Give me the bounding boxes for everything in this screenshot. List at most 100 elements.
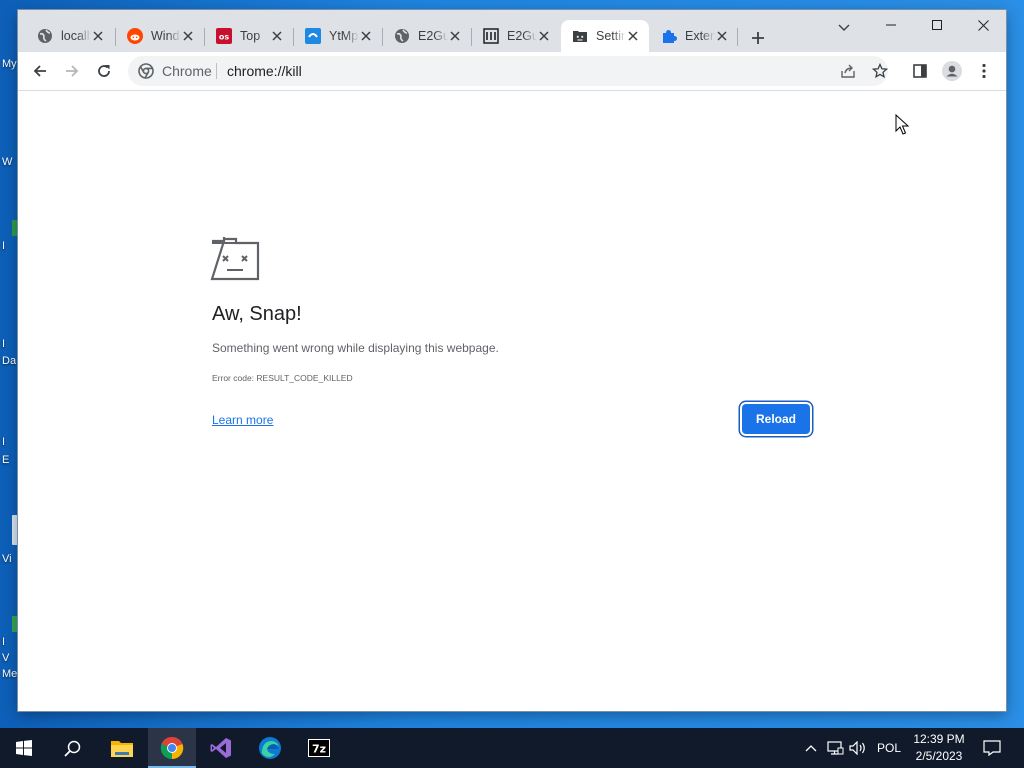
clock-date: 2/5/2023 — [915, 749, 963, 763]
desktop-icon-label[interactable]: Me — [2, 668, 17, 680]
reload-button[interactable]: Reload — [742, 404, 810, 434]
menu-button[interactable] — [970, 57, 998, 85]
start-button[interactable] — [0, 728, 48, 768]
share-icon — [841, 64, 855, 78]
back-button[interactable] — [26, 57, 54, 85]
error-heading: Aw, Snap! — [212, 303, 302, 325]
notification-icon — [983, 740, 1001, 756]
desktop-icon-label[interactable]: I — [2, 436, 5, 448]
bookmark-button[interactable] — [868, 59, 892, 83]
search-button[interactable] — [48, 728, 96, 768]
desktop-icon-label[interactable]: V — [2, 652, 9, 664]
share-button[interactable] — [836, 59, 860, 83]
volume-tray[interactable] — [846, 728, 870, 768]
chrome-logo-icon — [160, 736, 184, 760]
learn-more-link[interactable]: Learn more — [212, 413, 273, 427]
chevron-up-icon — [805, 745, 817, 752]
tab-title: Extensions — [685, 29, 715, 43]
globe-icon — [37, 28, 53, 44]
svg-text:7z: 7z — [312, 743, 326, 756]
network-tray[interactable] — [824, 728, 846, 768]
desktop-icon-label[interactable]: Da — [2, 355, 16, 367]
close-window-button[interactable] — [960, 10, 1006, 40]
tab-search-button[interactable] — [832, 16, 856, 40]
site-info-chip[interactable]: Chrome — [138, 63, 212, 79]
toolbar: Chrome chrome://kill — [18, 52, 1006, 91]
close-icon[interactable] — [180, 28, 196, 44]
desktop-icon-label[interactable]: W — [2, 156, 12, 168]
taskbar-edge[interactable] — [246, 728, 294, 768]
error-code: Error code: RESULT_CODE_KILLED — [212, 373, 353, 383]
url-text[interactable]: chrome://kill — [227, 63, 302, 79]
desktop-icon-label[interactable]: I — [2, 338, 5, 350]
windows-logo-icon — [16, 740, 32, 756]
forward-button[interactable] — [58, 57, 86, 85]
chevron-down-icon — [838, 24, 850, 31]
kebab-menu-icon — [982, 63, 986, 79]
sad-tab-icon — [572, 28, 588, 44]
clock-time: 12:39 PM — [913, 732, 965, 746]
language-indicator[interactable]: POL — [872, 728, 906, 768]
search-icon — [63, 740, 80, 757]
bank-icon — [483, 28, 499, 44]
new-tab-button[interactable] — [746, 26, 770, 50]
minimize-icon — [886, 24, 896, 26]
globe-icon — [394, 28, 410, 44]
puzzle-icon — [661, 28, 677, 44]
desktop-icon-label[interactable]: E — [2, 454, 9, 466]
desktop-icon-label[interactable]: I — [2, 636, 5, 648]
taskbar: 7z POL 12:39 PM 2/5/2023 — [0, 728, 1024, 768]
arrow-left-icon — [33, 65, 46, 77]
taskbar-chrome[interactable] — [148, 728, 196, 768]
close-icon[interactable] — [714, 28, 730, 44]
tab[interactable]: Windows — [116, 20, 204, 52]
ytmp-icon — [305, 28, 321, 44]
address-bar[interactable]: Chrome chrome://kill — [128, 56, 888, 86]
side-panel-button[interactable] — [906, 57, 934, 85]
7zip-icon: 7z — [308, 739, 330, 757]
maximize-button[interactable] — [914, 10, 960, 40]
desktop-icon-label[interactable]: My — [2, 58, 17, 70]
notifications-button[interactable] — [976, 728, 1008, 768]
clock[interactable]: 12:39 PM 2/5/2023 — [908, 731, 970, 765]
desktop-icon-label[interactable]: I — [2, 240, 5, 252]
close-icon[interactable] — [269, 28, 285, 44]
reload-toolbar-button[interactable] — [90, 57, 118, 85]
speaker-icon — [849, 741, 865, 755]
tab[interactable]: E2Guardian — [472, 20, 560, 52]
sad-folder-icon — [210, 237, 260, 281]
svg-text:os: os — [219, 33, 229, 42]
tab[interactable]: YtMp3 — [294, 20, 382, 52]
close-icon[interactable] — [90, 28, 106, 44]
close-icon[interactable] — [447, 28, 463, 44]
close-icon[interactable] — [358, 28, 374, 44]
side-panel-icon — [913, 64, 927, 78]
tab[interactable]: E2Guardian — [383, 20, 471, 52]
reload-icon — [98, 65, 110, 77]
tab-active[interactable]: Settings — [561, 20, 649, 52]
show-hidden-icons[interactable] — [800, 728, 822, 768]
tab-title: Windows — [151, 29, 181, 43]
taskbar-file-explorer[interactable] — [98, 728, 146, 768]
language-text: POL — [876, 741, 901, 755]
close-icon — [977, 19, 989, 31]
tab[interactable]: os Top — [205, 20, 293, 52]
page-content: Aw, Snap! Something went wrong while dis… — [18, 91, 1006, 711]
tab-title: Settings — [596, 29, 626, 43]
folder-icon — [111, 741, 133, 757]
taskbar-visual-studio[interactable] — [197, 728, 245, 768]
close-icon[interactable] — [536, 28, 552, 44]
minimize-button[interactable] — [868, 10, 914, 40]
site-label: Chrome — [162, 63, 212, 79]
chrome-window: localhost Windows os Top YtMp3 — [18, 10, 1006, 711]
tab[interactable]: localhost — [26, 20, 114, 52]
tab-separator — [737, 28, 738, 46]
avatar-icon — [942, 61, 962, 81]
tab-title: YtMp3 — [329, 29, 359, 43]
desktop-icon-label[interactable]: Vi — [2, 553, 12, 565]
tab[interactable]: Extensions — [650, 20, 738, 52]
close-icon[interactable] — [625, 28, 641, 44]
network-icon — [826, 741, 843, 755]
profile-button[interactable] — [938, 57, 966, 85]
taskbar-7zip[interactable]: 7z — [295, 728, 343, 768]
